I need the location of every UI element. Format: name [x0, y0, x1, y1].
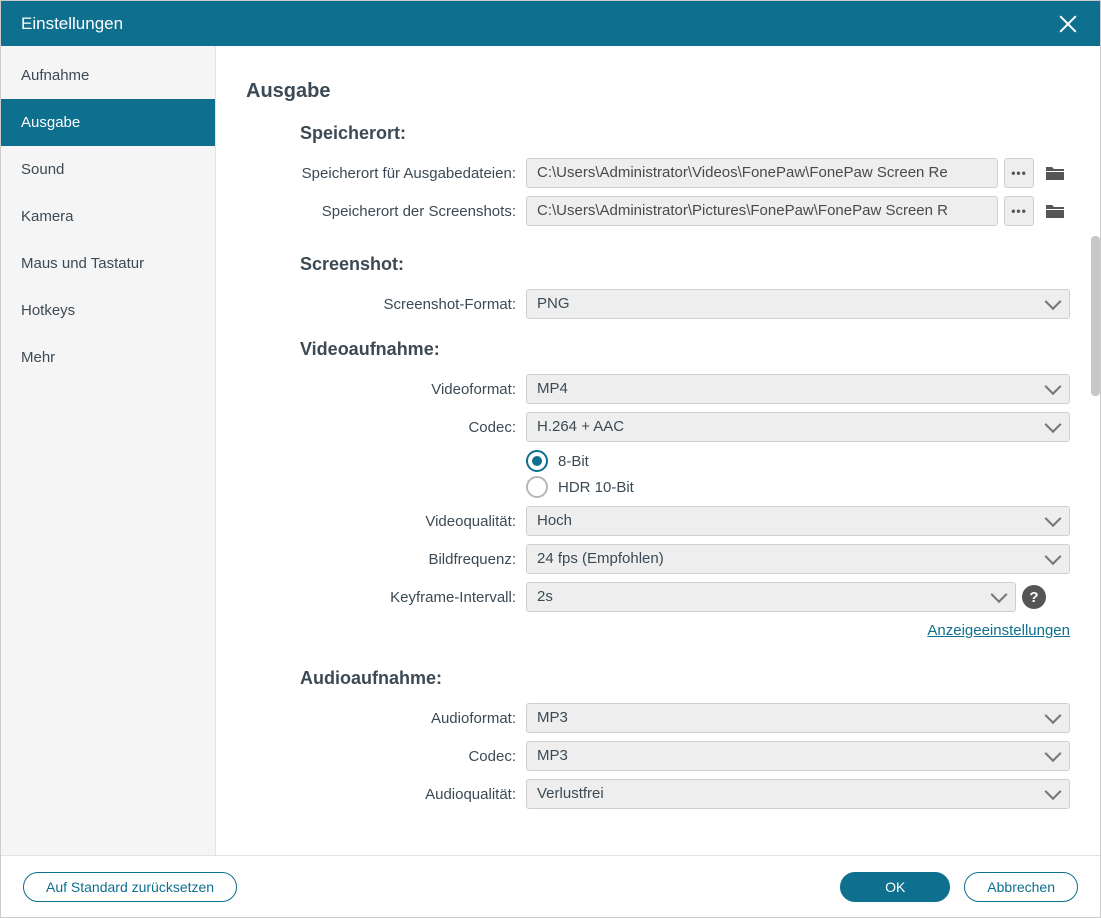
label-output-path: Speicherort für Ausgabedateien:: [246, 165, 526, 182]
body: Aufnahme Ausgabe Sound Kamera Maus und T…: [1, 46, 1100, 855]
sidebar-item-ausgabe[interactable]: Ausgabe: [1, 99, 215, 146]
row-audio-format: Audioformat: MP3: [246, 703, 1070, 733]
row-screenshot-format: Screenshot-Format: PNG: [246, 289, 1070, 319]
section-audio: Audioaufnahme:: [300, 668, 1070, 689]
page-title: Ausgabe: [246, 80, 1070, 103]
help-icon[interactable]: ?: [1022, 585, 1046, 609]
main: Ausgabe Speicherort: Speicherort für Aus…: [216, 46, 1100, 855]
section-screenshot: Screenshot:: [300, 254, 1070, 275]
display-settings-row: Anzeigeeinstellungen: [246, 622, 1070, 640]
section-speicherort: Speicherort:: [300, 123, 1070, 144]
row-video-quality: Videoqualität: Hoch: [246, 506, 1070, 536]
window-title: Einstellungen: [21, 14, 123, 34]
row-audio-quality: Audioqualität: Verlustfrei: [246, 779, 1070, 809]
radio-8bit[interactable]: [526, 450, 548, 472]
ok-button[interactable]: OK: [840, 872, 950, 902]
input-screenshot-path[interactable]: C:\Users\Administrator\Pictures\FonePaw\…: [526, 196, 998, 226]
label-video-quality: Videoqualität:: [246, 513, 526, 530]
row-output-path: Speicherort für Ausgabedateien: C:\Users…: [246, 158, 1070, 188]
sidebar: Aufnahme Ausgabe Sound Kamera Maus und T…: [1, 46, 216, 855]
row-audio-codec: Codec: MP3: [246, 741, 1070, 771]
label-keyframe: Keyframe-Intervall:: [246, 589, 526, 606]
browse-screenshot-button[interactable]: •••: [1004, 196, 1034, 226]
sidebar-item-sound[interactable]: Sound: [1, 146, 215, 193]
close-icon[interactable]: [1056, 12, 1080, 36]
sidebar-item-mehr[interactable]: Mehr: [1, 334, 215, 381]
select-screenshot-format[interactable]: PNG: [526, 289, 1070, 319]
display-settings-link[interactable]: Anzeigeeinstellungen: [927, 622, 1070, 639]
label-video-fps: Bildfrequenz:: [246, 551, 526, 568]
label-screenshot-format: Screenshot-Format:: [246, 296, 526, 313]
sidebar-item-maus-tastatur[interactable]: Maus und Tastatur: [1, 240, 215, 287]
row-video-codec: Codec: H.264 + AAC: [246, 412, 1070, 442]
select-audio-codec[interactable]: MP3: [526, 741, 1070, 771]
sidebar-item-kamera[interactable]: Kamera: [1, 193, 215, 240]
sidebar-item-aufnahme[interactable]: Aufnahme: [1, 52, 215, 99]
label-audio-codec: Codec:: [246, 748, 526, 765]
select-keyframe[interactable]: 2s: [526, 582, 1016, 612]
reset-defaults-button[interactable]: Auf Standard zurücksetzen: [23, 872, 237, 902]
label-video-codec: Codec:: [246, 419, 526, 436]
row-keyframe: Keyframe-Intervall: 2s ?: [246, 582, 1070, 612]
label-video-format: Videoformat:: [246, 381, 526, 398]
open-screenshot-folder-icon[interactable]: [1040, 196, 1070, 226]
row-screenshot-path: Speicherort der Screenshots: C:\Users\Ad…: [246, 196, 1070, 226]
content-scroll[interactable]: Ausgabe Speicherort: Speicherort für Aus…: [216, 46, 1100, 855]
label-screenshot-path: Speicherort der Screenshots:: [246, 203, 526, 220]
radio-row-8bit[interactable]: 8-Bit: [526, 450, 1070, 472]
input-output-path[interactable]: C:\Users\Administrator\Videos\FonePaw\Fo…: [526, 158, 998, 188]
select-audio-quality[interactable]: Verlustfrei: [526, 779, 1070, 809]
row-video-format: Videoformat: MP4: [246, 374, 1070, 404]
label-audio-format: Audioformat:: [246, 710, 526, 727]
open-output-folder-icon[interactable]: [1040, 158, 1070, 188]
label-audio-quality: Audioqualität:: [246, 786, 526, 803]
scrollbar-thumb[interactable]: [1091, 236, 1100, 396]
select-audio-format[interactable]: MP3: [526, 703, 1070, 733]
select-video-fps[interactable]: 24 fps (Empfohlen): [526, 544, 1070, 574]
sidebar-item-hotkeys[interactable]: Hotkeys: [1, 287, 215, 334]
radio-8bit-label: 8-Bit: [558, 453, 589, 470]
select-video-codec[interactable]: H.264 + AAC: [526, 412, 1070, 442]
radio-row-hdr10[interactable]: HDR 10-Bit: [526, 476, 1070, 498]
section-video: Videoaufnahme:: [300, 339, 1070, 360]
titlebar: Einstellungen: [1, 1, 1100, 46]
browse-output-button[interactable]: •••: [1004, 158, 1034, 188]
settings-window: Einstellungen Aufnahme Ausgabe Sound Kam…: [0, 0, 1101, 918]
select-video-quality[interactable]: Hoch: [526, 506, 1070, 536]
radio-hdr10-label: HDR 10-Bit: [558, 479, 634, 496]
cancel-button[interactable]: Abbrechen: [964, 872, 1078, 902]
row-video-fps: Bildfrequenz: 24 fps (Empfohlen): [246, 544, 1070, 574]
select-video-format[interactable]: MP4: [526, 374, 1070, 404]
footer: Auf Standard zurücksetzen OK Abbrechen: [1, 855, 1100, 917]
radio-hdr10[interactable]: [526, 476, 548, 498]
